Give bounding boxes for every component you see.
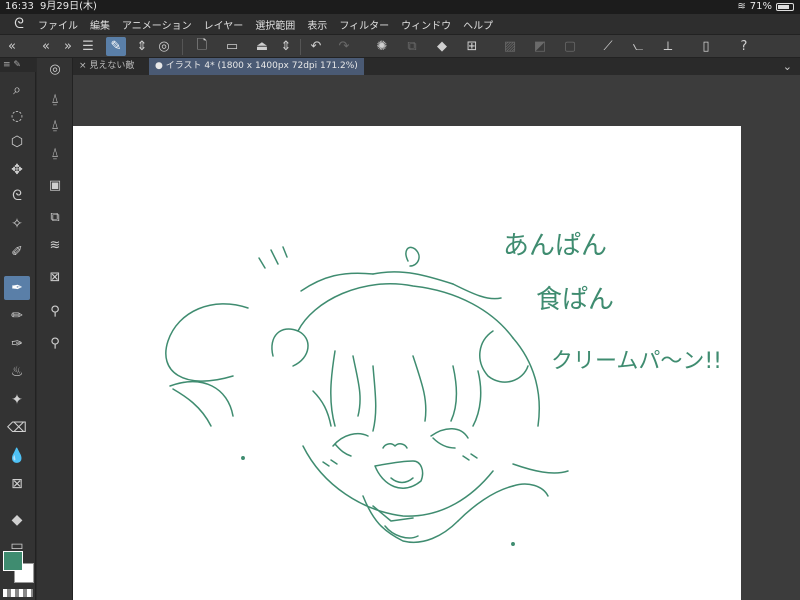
redo-icon[interactable]: ↷ bbox=[334, 37, 354, 56]
chevron-down-icon[interactable]: ⌄ bbox=[783, 58, 792, 75]
help-icon[interactable]: ? bbox=[734, 37, 754, 56]
tab-illust-4[interactable]: ● イラスト 4* (1800 x 1400px 72dpi 171.2%) bbox=[149, 58, 364, 75]
toggle-arrows-icon[interactable]: ⇕ bbox=[132, 37, 152, 56]
invert-selection-icon[interactable]: ◩ bbox=[530, 37, 550, 56]
layer-property-icon[interactable]: ⧉ bbox=[43, 206, 67, 228]
sub-tool-menu-icon[interactable]: ◎ bbox=[43, 58, 67, 80]
battery-icon bbox=[776, 3, 794, 11]
fill-icon[interactable]: ◆ bbox=[432, 37, 452, 56]
move-tool-icon[interactable]: ✥ bbox=[4, 158, 30, 182]
edit-mode-icon[interactable]: ✎ bbox=[106, 37, 126, 56]
sub-tool-palette: ◎ ⍙ ⍙ ⍙ ▣ ⧉ ≋ ⊠ ⚲ ⚲ bbox=[37, 58, 73, 600]
collapse-left-icon[interactable]: « bbox=[2, 37, 22, 56]
document-tab-bar: × 見えない敵 ● イラスト 4* (1800 x 1400px 72dpi 1… bbox=[73, 58, 800, 75]
zoom-tool-icon[interactable]: ⌕ bbox=[4, 78, 30, 102]
menu-animation[interactable]: アニメーション bbox=[122, 17, 192, 32]
snap-icon[interactable]: ⦦ bbox=[628, 37, 648, 56]
save-arrows-icon[interactable]: ⇕ bbox=[276, 37, 296, 56]
figure-tool-icon[interactable]: ⊠ bbox=[4, 472, 30, 496]
transparent-color-swatch[interactable] bbox=[3, 589, 33, 597]
undo-icon[interactable]: ↶ bbox=[306, 37, 326, 56]
loading-spinner-icon[interactable]: ✺ bbox=[372, 37, 392, 56]
menu-view[interactable]: 表示 bbox=[307, 17, 327, 32]
status-bar: 16:33 9月29日(木) ≋ 71% bbox=[0, 0, 800, 14]
collapse-right-icon[interactable]: » bbox=[58, 37, 78, 56]
layer-move-icon[interactable]: ⬡ bbox=[4, 130, 30, 154]
menu-window[interactable]: ウィンドウ bbox=[401, 17, 451, 32]
tool-palette-header: ≡ ✎ bbox=[0, 58, 36, 72]
tool-palette: ≡ ✎ ⌕ ◌ ⬡ ✥ ᘓ ✧ ✐ ✒ ✏ ✑ ♨ ✦ ⌫ 💧 ⊠ ◆ ▭ bbox=[0, 58, 36, 600]
pen-settings-icon[interactable]: ⍙ bbox=[43, 114, 67, 136]
decoration-tool-icon[interactable]: ✦ bbox=[4, 388, 30, 412]
tab-hidden-enemy[interactable]: × 見えない敵 bbox=[73, 58, 140, 75]
clip-studio-icon[interactable]: ◎ bbox=[154, 37, 174, 56]
brush-tool-icon[interactable]: ✑ bbox=[4, 332, 30, 356]
navigator-icon[interactable]: ⊠ bbox=[43, 266, 67, 288]
material-icon[interactable]: ⚲ bbox=[43, 300, 67, 322]
eyedropper-icon[interactable]: ✐ bbox=[4, 240, 30, 264]
menu-filter[interactable]: フィルター bbox=[339, 17, 389, 32]
lasso-tool-icon[interactable]: ᘓ bbox=[4, 184, 30, 208]
clear-selection-icon[interactable]: ▨ bbox=[500, 37, 520, 56]
save-icon[interactable]: ⏏ bbox=[252, 37, 272, 56]
canvas-text-shokupan: 食ぱん bbox=[536, 285, 614, 315]
hamburger-menu-icon[interactable]: ☰ bbox=[78, 37, 98, 56]
perspective-icon[interactable]: ⟂ bbox=[658, 37, 678, 56]
pen-texture-icon[interactable]: ⍙ bbox=[43, 142, 67, 164]
menu-layer[interactable]: レイヤー bbox=[204, 17, 244, 32]
blend-tool-icon[interactable]: 💧 bbox=[4, 444, 30, 468]
battery-percent: 71% bbox=[749, 1, 772, 12]
command-bar: « « » ☰ ✎ ⇕ ◎ 🗋 ▭ ⏏ ⇕ ↶ ↷ ✺ ⧉ ◆ ⊞ ▨ ◩ ▢ … bbox=[0, 34, 800, 58]
new-file-icon[interactable]: 🗋 bbox=[192, 37, 212, 56]
open-folder-icon[interactable]: ▭ bbox=[222, 37, 242, 56]
layer-palette-icon[interactable]: ≋ bbox=[43, 234, 67, 256]
pen-subtool-icon[interactable]: ⍙ bbox=[43, 88, 67, 110]
menu-help[interactable]: ヘルプ bbox=[463, 17, 493, 32]
copy-layer-icon[interactable]: ⧉ bbox=[402, 37, 422, 56]
eraser-icon[interactable]: ⌫ bbox=[4, 416, 30, 440]
canvas-text-creampan: クリームパ〜ン!! bbox=[551, 349, 722, 374]
wifi-icon: ≋ bbox=[737, 1, 746, 12]
material-2-icon[interactable]: ⚲ bbox=[43, 332, 67, 354]
canvas-text-anpan: あんぱん bbox=[503, 231, 607, 261]
menu-bar: ᘓ ファイル 編集 アニメーション レイヤー 選択範囲 表示 フィルター ウィン… bbox=[0, 14, 800, 34]
menu-edit[interactable]: 編集 bbox=[90, 17, 110, 32]
transform-icon[interactable]: ⊞ bbox=[462, 37, 482, 56]
main-color-swatch[interactable] bbox=[3, 551, 23, 571]
drawing-canvas[interactable]: あんぱん 食ぱん クリームパ〜ン!! bbox=[73, 126, 741, 600]
selection-border-icon[interactable]: ▢ bbox=[560, 37, 580, 56]
status-time: 16:33 bbox=[5, 1, 34, 12]
pencil-tool-icon[interactable]: ✏ bbox=[4, 304, 30, 328]
sketch-drawing: あんぱん 食ぱん クリームパ〜ン!! bbox=[165, 231, 722, 546]
pen-tool-icon[interactable]: ✒ bbox=[4, 276, 30, 300]
airbrush-icon[interactable]: ♨ bbox=[4, 360, 30, 384]
menu-selection[interactable]: 選択範囲 bbox=[255, 17, 295, 32]
magic-wand-icon[interactable]: ✧ bbox=[4, 212, 30, 236]
status-date: 9月29日(木) bbox=[40, 1, 97, 12]
tool-property-icon[interactable]: ▣ bbox=[43, 174, 67, 196]
app-logo-icon[interactable]: ᘓ bbox=[0, 16, 38, 32]
collapse-left-2-icon[interactable]: « bbox=[36, 37, 56, 56]
ruler-icon[interactable]: ⟋ bbox=[598, 37, 618, 56]
menu-file[interactable]: ファイル bbox=[38, 17, 78, 32]
canvas-workspace[interactable]: あんぱん 食ぱん クリームパ〜ン!! bbox=[73, 75, 800, 600]
fill-tool-icon[interactable]: ◆ bbox=[4, 508, 30, 532]
smartphone-icon[interactable]: ▯ bbox=[696, 37, 716, 56]
operation-tool-icon[interactable]: ◌ bbox=[4, 104, 30, 128]
